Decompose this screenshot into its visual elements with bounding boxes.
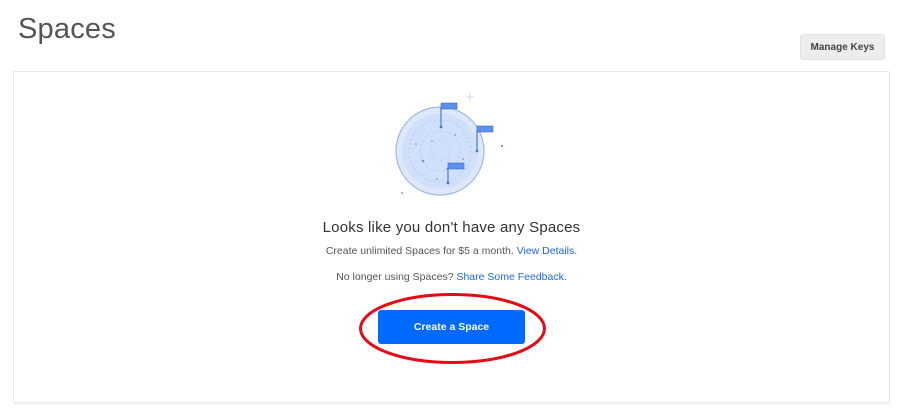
sparkle-icon <box>466 93 474 101</box>
spaces-page: Spaces Manage Keys Looks like you don't … <box>0 0 903 408</box>
star-dot <box>401 192 403 194</box>
manage-keys-button[interactable]: Manage Keys <box>800 34 885 60</box>
page-title: Spaces <box>18 13 116 45</box>
feedback-line: No longer using Spaces? Share Some Feedb… <box>0 271 903 283</box>
panel-divider <box>13 403 890 406</box>
empty-state-heading: Looks like you don't have any Spaces <box>322 219 581 236</box>
feedback-text: No longer using Spaces? <box>336 271 454 283</box>
pricing-line: Create unlimited Spaces for $5 a month. … <box>0 245 903 257</box>
star-dot <box>500 144 504 148</box>
share-feedback-link[interactable]: Share Some Feedback. <box>456 271 566 283</box>
create-space-button[interactable]: Create a Space <box>378 310 525 344</box>
view-details-link[interactable]: View Details. <box>517 245 578 257</box>
pricing-text: Create unlimited Spaces for $5 a month. <box>325 245 514 257</box>
spaces-globe-illustration <box>395 93 504 196</box>
